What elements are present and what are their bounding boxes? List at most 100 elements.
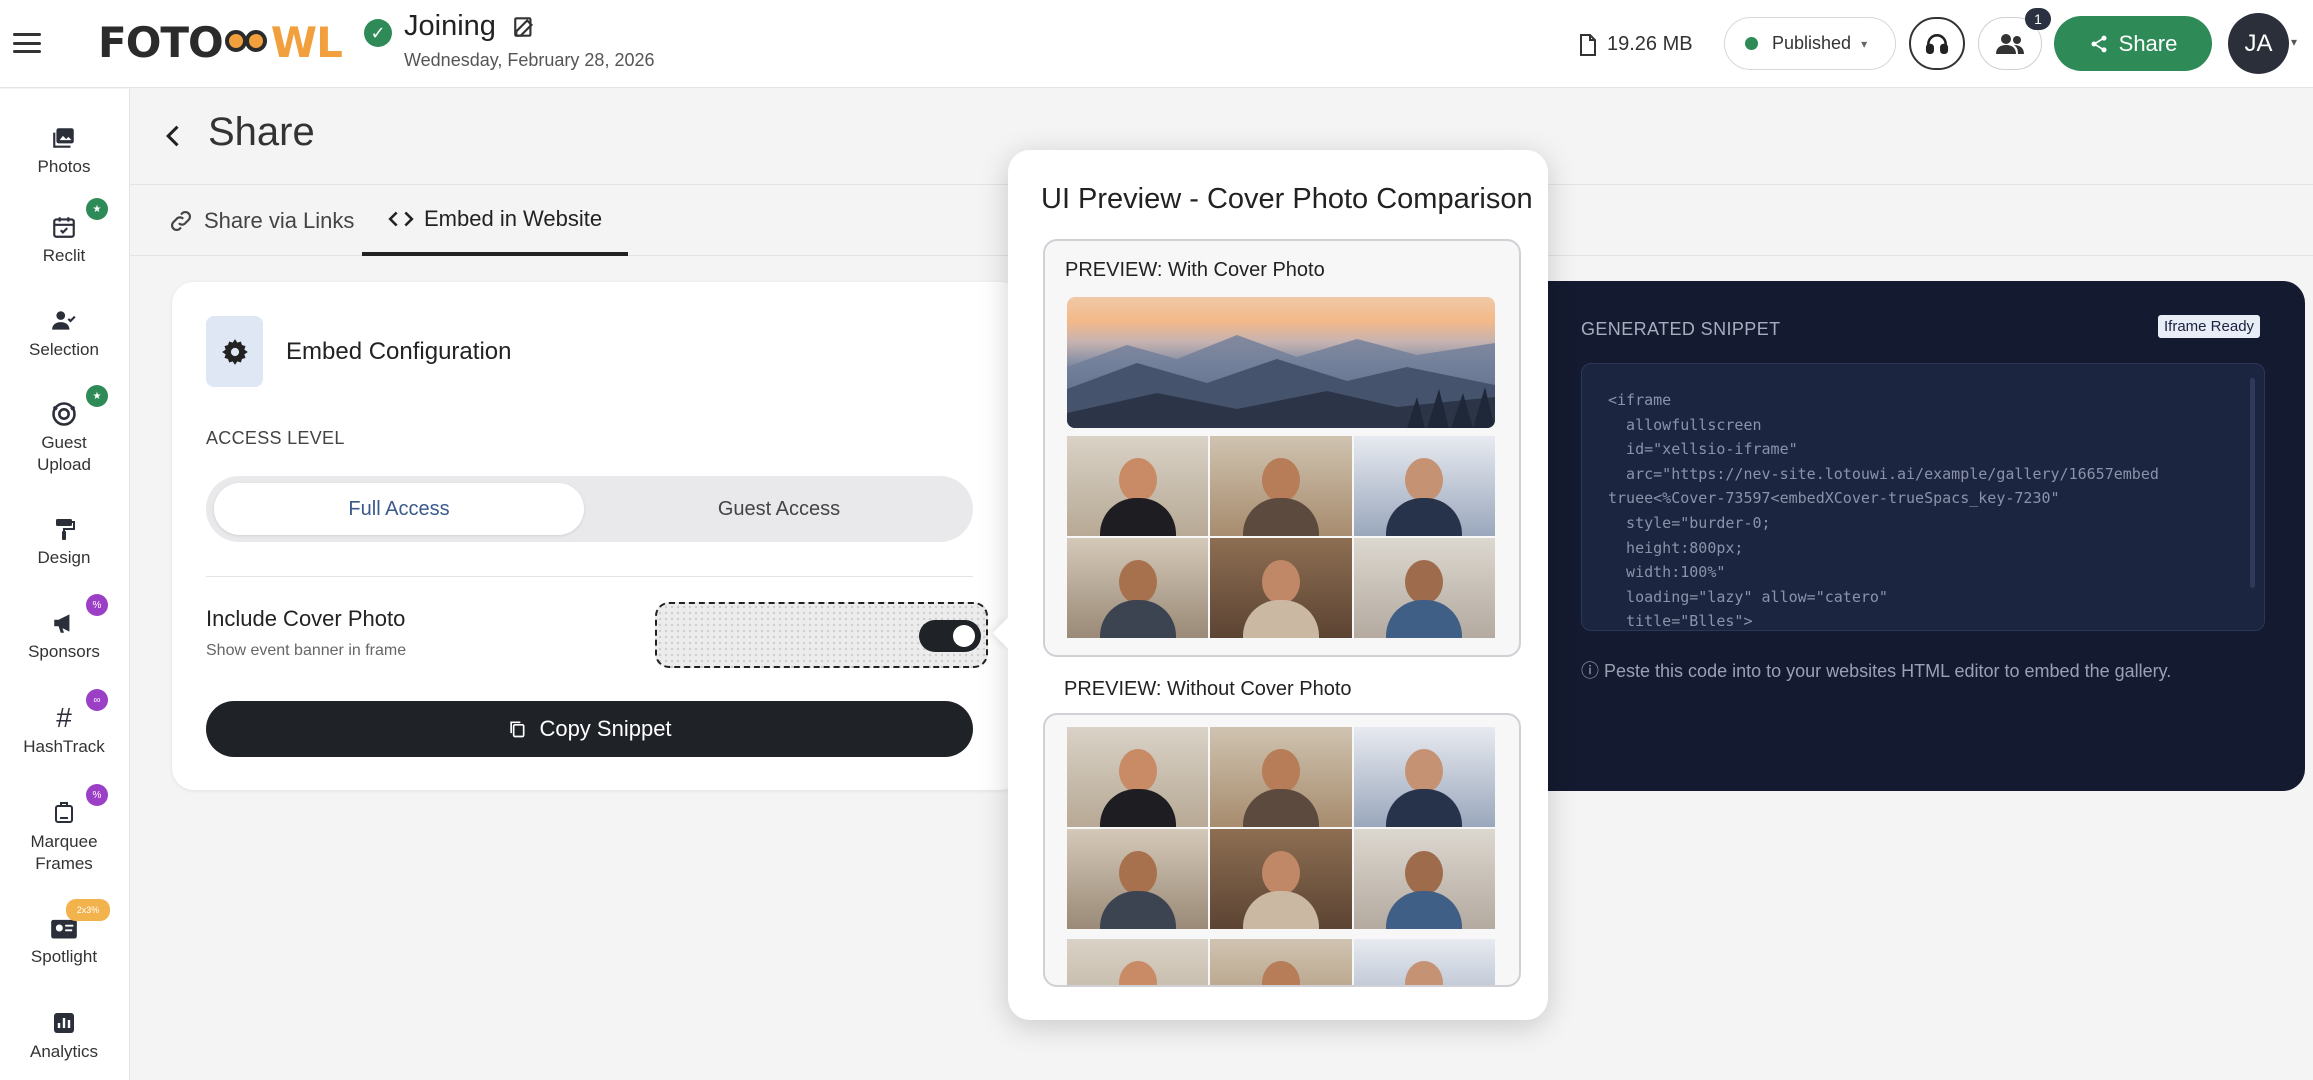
photo-thumbnail — [1353, 436, 1495, 536]
photo-thumbnail — [1353, 829, 1495, 929]
storage-size: 19.26 MB — [1607, 33, 1693, 55]
sidebar-item-selection[interactable]: Selection — [0, 306, 128, 361]
snippet-code[interactable]: <iframe allowfullscreen id="xellsio-ifra… — [1608, 388, 2159, 630]
file-icon — [1580, 34, 1596, 56]
owl-icon — [224, 20, 269, 64]
photo-grid-partial — [1067, 939, 1495, 985]
back-arrow-icon[interactable] — [160, 122, 188, 150]
sidebar-item-label: HashTrack — [23, 737, 105, 756]
preview-with-cover-label: PREVIEW: With Cover Photo — [1065, 259, 1325, 281]
include-cover-photo-label: Include Cover Photo — [206, 606, 406, 631]
top-bar: FOTO WL ✓ Joining Wednesday, February 28… — [0, 0, 2313, 88]
mountain-landscape — [1067, 335, 1495, 428]
sidebar-item-label: Design — [37, 548, 91, 567]
sidebar-item-label: Selection — [29, 340, 99, 359]
copy-snippet-label: Copy Snippet — [539, 716, 672, 741]
chevron-down-icon[interactable]: ▾ — [2291, 35, 2297, 49]
frame-icon — [49, 798, 79, 828]
preview-title: UI Preview - Cover Photo Comparison — [1041, 183, 1533, 215]
copy-icon — [510, 721, 525, 738]
sidebar-item-label: Sponsors — [28, 642, 100, 661]
fotoowl-logo[interactable]: FOTO WL — [98, 14, 343, 70]
percent-badge: % — [86, 594, 108, 616]
guest-access-option[interactable]: Guest Access — [594, 483, 964, 535]
support-button[interactable] — [1909, 17, 1965, 70]
logo-text: FOTO — [98, 17, 224, 67]
preview-without-cover — [1043, 713, 1521, 987]
megaphone-icon — [49, 608, 79, 638]
tab-label: Embed in Website — [424, 206, 603, 231]
logo-text-suffix: WL — [270, 17, 343, 67]
divider — [206, 576, 973, 577]
infinity-badge: ∞ — [86, 689, 108, 711]
sidebar-item-design[interactable]: Design — [0, 514, 128, 569]
star-badge: ★ — [86, 385, 108, 407]
photo-grid — [1067, 436, 1495, 638]
photo-thumbnail — [1210, 727, 1352, 827]
photo-thumbnail — [1353, 727, 1495, 827]
camera-icon — [49, 399, 79, 429]
preview-without-cover-label: PREVIEW: Without Cover Photo — [1064, 678, 1352, 700]
team-count-badge: 1 — [2025, 8, 2051, 30]
cover-photo-toggle[interactable] — [919, 620, 981, 652]
edit-icon[interactable] — [512, 14, 538, 40]
sidebar-item-spotlight[interactable]: Spotlight 2x3% — [0, 899, 128, 968]
tab-share-via-links[interactable]: Share via Links — [158, 186, 364, 256]
event-date: Wednesday, February 28, 2026 — [404, 50, 655, 70]
photo-thumbnail — [1067, 727, 1209, 827]
share-icon — [2091, 35, 2107, 52]
photos-icon — [49, 123, 79, 153]
copy-snippet-button[interactable]: Copy Snippet — [206, 701, 973, 757]
sidebar: Photos Reclit ★ Selection Guest Upload ★… — [0, 89, 130, 1080]
code-block[interactable]: <iframe allowfullscreen id="xellsio-ifra… — [1581, 363, 2265, 631]
full-access-option[interactable]: Full Access — [214, 483, 584, 535]
toggle-highlight-area — [655, 602, 988, 668]
share-button[interactable]: Share — [2054, 16, 2212, 71]
include-cover-photo-description: Show event banner in frame — [206, 642, 407, 659]
photo-thumbnail — [1067, 538, 1209, 638]
sidebar-item-label: Marquee Frames — [30, 832, 98, 873]
link-icon — [171, 211, 191, 231]
cover-photo-image — [1067, 297, 1495, 428]
sidebar-item-label: Spotlight — [30, 947, 98, 966]
bar-chart-icon — [49, 1008, 79, 1038]
iframe-ready-badge: Iframe Ready — [2158, 315, 2261, 338]
cover-photo-preview-popover: UI Preview - Cover Photo Comparison PREV… — [992, 150, 1548, 1020]
check-circle-icon: ✓ — [364, 19, 392, 47]
sidebar-item-hashtrack[interactable]: # HashTrack ∞ — [0, 689, 128, 758]
sidebar-item-label: Guest Upload — [37, 433, 91, 474]
info-icon: ⓘ — [1581, 661, 1605, 681]
percent-badge: % — [86, 784, 108, 806]
sidebar-item-reclit[interactable]: Reclit ★ — [0, 198, 128, 267]
status-label: Published — [1772, 33, 1852, 53]
users-icon — [1996, 33, 2024, 54]
embed-configuration-card: Embed Configuration ACCESS LEVEL Full Ac… — [172, 282, 1022, 790]
sidebar-item-guest-upload[interactable]: Guest Upload ★ — [0, 385, 128, 476]
sidebar-item-sponsors[interactable]: Sponsors % — [0, 594, 128, 663]
chevron-down-icon: ▾ — [1861, 36, 1868, 51]
page-title: Share — [208, 110, 315, 154]
photo-thumbnail — [1210, 939, 1352, 985]
sidebar-item-label: Photos — [37, 157, 91, 176]
snippet-hint-text: Peste this code into to your websites HT… — [1604, 661, 2172, 681]
status-dot — [1745, 37, 1758, 50]
event-title: Joining — [404, 10, 496, 42]
avatar[interactable]: JA — [2228, 13, 2289, 74]
sidebar-item-photos[interactable]: Photos — [0, 123, 128, 178]
status-dropdown[interactable]: Published ▾ — [1724, 17, 1896, 70]
access-level-label: ACCESS LEVEL — [206, 428, 345, 448]
share-label: Share — [2118, 30, 2178, 56]
tab-embed-in-website[interactable]: Embed in Website — [362, 186, 629, 256]
sidebar-item-analytics[interactable]: Analytics — [0, 1008, 128, 1063]
photo-thumbnail — [1067, 939, 1209, 985]
photo-thumbnail — [1067, 829, 1209, 929]
snippet-hint: ⓘ Peste this code into to your websites … — [1581, 657, 2171, 683]
offer-badge: 2x3% — [66, 899, 110, 921]
sidebar-item-marquee-frames[interactable]: Marquee Frames % — [0, 784, 128, 875]
snippet-title: GENERATED SNIPPET — [1581, 319, 1781, 339]
menu-icon[interactable] — [13, 29, 41, 57]
photo-thumbnail — [1067, 436, 1209, 536]
scrollbar[interactable] — [2250, 378, 2255, 588]
photo-thumbnail — [1353, 939, 1495, 985]
headset-icon — [1925, 33, 1949, 54]
